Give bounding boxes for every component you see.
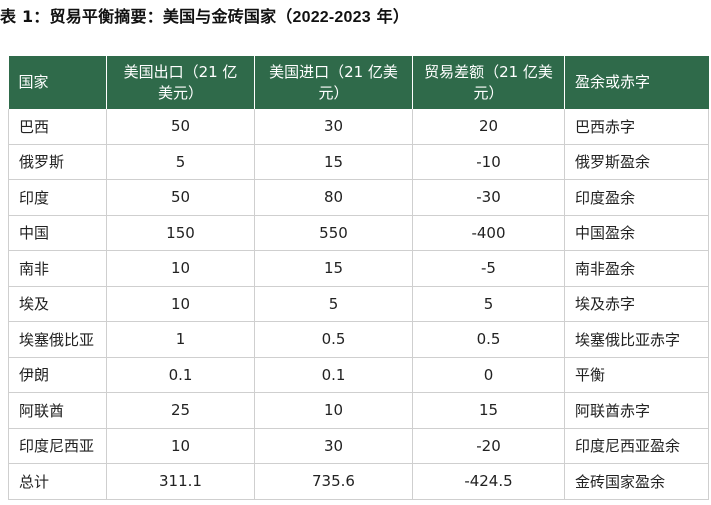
table-row: 印度尼西亚 10 30 -20 印度尼西亚盈余 bbox=[8, 428, 709, 464]
table-header: 国家 美国出口（21 亿美元） 美国进口（21 亿美元） 贸易差额（21 亿美元… bbox=[8, 56, 709, 109]
table-row: 中国 150 550 -400 中国盈余 bbox=[8, 215, 709, 251]
table-row: 埃塞俄比亚 1 0.5 0.5 埃塞俄比亚赤字 bbox=[8, 321, 709, 358]
header-surplus-or-deficit: 盈余或赤字 bbox=[564, 56, 709, 109]
cell-country: 俄罗斯 bbox=[8, 144, 107, 180]
cell-surplus-or-deficit: 印度尼西亚盈余 bbox=[564, 428, 709, 464]
cell-surplus-or-deficit: 印度盈余 bbox=[564, 179, 709, 216]
cell-country: 印度尼西亚 bbox=[8, 428, 107, 464]
cell-country: 中国 bbox=[8, 215, 107, 251]
cell-us-exports: 1 bbox=[106, 321, 255, 358]
cell-surplus-or-deficit: 平衡 bbox=[564, 357, 709, 393]
cell-trade-balance: -10 bbox=[412, 144, 565, 180]
table-row: 俄罗斯 5 15 -10 俄罗斯盈余 bbox=[8, 144, 709, 180]
table-row: 巴西 50 30 20 巴西赤字 bbox=[8, 109, 709, 145]
header-country: 国家 bbox=[8, 56, 107, 109]
cell-country: 巴西 bbox=[8, 109, 107, 145]
cell-us-imports: 15 bbox=[254, 144, 413, 180]
cell-trade-balance: 20 bbox=[412, 109, 565, 145]
cell-us-exports: 50 bbox=[106, 179, 255, 216]
cell-surplus-or-deficit: 巴西赤字 bbox=[564, 109, 709, 145]
cell-surplus-or-deficit: 埃塞俄比亚赤字 bbox=[564, 321, 709, 358]
cell-us-exports: 10 bbox=[106, 250, 255, 287]
table-caption: 表 1：贸易平衡摘要：美国与金砖国家（2022-2023 年） bbox=[0, 3, 409, 27]
cell-us-exports: 50 bbox=[106, 109, 255, 145]
cell-us-imports: 15 bbox=[254, 250, 413, 287]
cell-us-exports: 10 bbox=[106, 286, 255, 322]
header-us-imports: 美国进口（21 亿美元） bbox=[254, 56, 413, 109]
cell-surplus-or-deficit: 阿联酋赤字 bbox=[564, 392, 709, 429]
cell-surplus-or-deficit: 中国盈余 bbox=[564, 215, 709, 251]
trade-balance-table: 国家 美国出口（21 亿美元） 美国进口（21 亿美元） 贸易差额（21 亿美元… bbox=[8, 56, 709, 500]
table-row: 阿联酋 25 10 15 阿联酋赤字 bbox=[8, 392, 709, 429]
caption-years: 2022-2023 bbox=[292, 9, 371, 26]
total-row: 总计 311.1 735.6 -424.5 金砖国家盈余 bbox=[8, 463, 709, 500]
cell-us-imports: 5 bbox=[254, 286, 413, 322]
cell-us-imports: 30 bbox=[254, 428, 413, 464]
cell-total-surplus-or-deficit: 金砖国家盈余 bbox=[564, 463, 709, 500]
table-row: 印度 50 80 -30 印度盈余 bbox=[8, 179, 709, 216]
cell-us-imports: 0.5 bbox=[254, 321, 413, 358]
cell-total-us-exports: 311.1 bbox=[106, 463, 255, 500]
caption-suffix: 年） bbox=[370, 7, 410, 26]
cell-country: 南非 bbox=[8, 250, 107, 287]
cell-us-exports: 10 bbox=[106, 428, 255, 464]
cell-us-exports: 5 bbox=[106, 144, 255, 180]
table-row: 埃及 10 5 5 埃及赤字 bbox=[8, 286, 709, 322]
cell-total-label: 总计 bbox=[8, 463, 107, 500]
header-us-exports: 美国出口（21 亿美元） bbox=[106, 56, 255, 109]
caption-prefix: 表 1：贸易平衡摘要：美国与金砖国家（ bbox=[0, 7, 293, 26]
cell-us-imports: 80 bbox=[254, 179, 413, 216]
cell-trade-balance: -5 bbox=[412, 250, 565, 287]
cell-country: 埃塞俄比亚 bbox=[8, 321, 107, 358]
table-row: 伊朗 0.1 0.1 0 平衡 bbox=[8, 357, 709, 393]
cell-trade-balance: 0.5 bbox=[412, 321, 565, 358]
cell-country: 埃及 bbox=[8, 286, 107, 322]
cell-us-imports: 30 bbox=[254, 109, 413, 145]
cell-country: 伊朗 bbox=[8, 357, 107, 393]
cell-us-exports: 0.1 bbox=[106, 357, 255, 393]
cell-surplus-or-deficit: 埃及赤字 bbox=[564, 286, 709, 322]
cell-surplus-or-deficit: 俄罗斯盈余 bbox=[564, 144, 709, 180]
cell-trade-balance: -20 bbox=[412, 428, 565, 464]
cell-country: 印度 bbox=[8, 179, 107, 216]
cell-us-exports: 150 bbox=[106, 215, 255, 251]
cell-trade-balance: -30 bbox=[412, 179, 565, 216]
cell-trade-balance: -400 bbox=[412, 215, 565, 251]
cell-total-trade-balance: -424.5 bbox=[412, 463, 565, 500]
header-trade-balance: 贸易差额（21 亿美元） bbox=[412, 56, 565, 109]
table-body: 巴西 50 30 20 巴西赤字 俄罗斯 5 15 -10 俄罗斯盈余 印度 5… bbox=[8, 109, 709, 500]
cell-surplus-or-deficit: 南非盈余 bbox=[564, 250, 709, 287]
cell-us-imports: 550 bbox=[254, 215, 413, 251]
cell-us-exports: 25 bbox=[106, 392, 255, 429]
cell-total-us-imports: 735.6 bbox=[254, 463, 413, 500]
cell-trade-balance: 5 bbox=[412, 286, 565, 322]
cell-country: 阿联酋 bbox=[8, 392, 107, 429]
cell-us-imports: 0.1 bbox=[254, 357, 413, 393]
cell-trade-balance: 0 bbox=[412, 357, 565, 393]
cell-us-imports: 10 bbox=[254, 392, 413, 429]
header-row: 国家 美国出口（21 亿美元） 美国进口（21 亿美元） 贸易差额（21 亿美元… bbox=[8, 56, 709, 109]
cell-trade-balance: 15 bbox=[412, 392, 565, 429]
table-row: 南非 10 15 -5 南非盈余 bbox=[8, 250, 709, 287]
